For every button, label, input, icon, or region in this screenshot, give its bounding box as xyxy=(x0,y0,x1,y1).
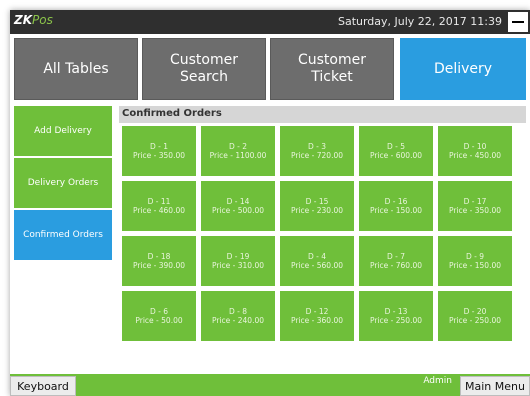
order-price: Price - 450.00 xyxy=(448,151,501,160)
minimize-icon xyxy=(512,21,524,23)
title-bar: ZKPos Saturday, July 22, 2017 11:39 xyxy=(10,10,530,34)
order-card[interactable]: D - 4 Price - 560.00 xyxy=(280,236,354,286)
order-card[interactable]: D - 16 Price - 150.00 xyxy=(359,181,433,231)
footer-bar xyxy=(10,374,530,396)
order-id: D - 19 xyxy=(226,252,250,261)
order-id: D - 20 xyxy=(463,307,487,316)
order-id: D - 7 xyxy=(386,252,406,261)
order-id: D - 1 xyxy=(149,142,169,151)
main-tabs: All Tables Customer Search Customer Tick… xyxy=(10,36,530,102)
order-price: Price - 360.00 xyxy=(290,316,343,325)
order-id: D - 18 xyxy=(147,252,171,261)
order-price: Price - 390.00 xyxy=(132,261,185,270)
order-price: Price - 250.00 xyxy=(448,316,501,325)
order-card[interactable]: D - 15 Price - 230.00 xyxy=(280,181,354,231)
order-price: Price - 350.00 xyxy=(448,206,501,215)
order-price: Price - 1100.00 xyxy=(209,151,267,160)
order-price: Price - 230.00 xyxy=(290,206,343,215)
order-card[interactable]: D - 7 Price - 760.00 xyxy=(359,236,433,286)
sidebar-item-label: Add Delivery xyxy=(34,126,92,136)
order-price: Price - 150.00 xyxy=(369,206,422,215)
order-price: Price - 240.00 xyxy=(211,316,264,325)
sidebar-item-add-delivery[interactable]: Add Delivery xyxy=(14,106,112,156)
zkpos-logo: ZKPos xyxy=(14,13,53,27)
order-card[interactable]: D - 8 Price - 240.00 xyxy=(201,291,275,341)
app-window: ZKPos Saturday, July 22, 2017 11:39 All … xyxy=(10,10,530,396)
datetime-label: Saturday, July 22, 2017 11:39 xyxy=(337,15,502,28)
main-menu-button[interactable]: Main Menu xyxy=(460,376,530,396)
order-price: Price - 560.00 xyxy=(290,261,343,270)
order-price: Price - 350.00 xyxy=(132,151,185,160)
order-card[interactable]: D - 11 Price - 460.00 xyxy=(122,181,196,231)
order-id: D - 9 xyxy=(465,252,485,261)
logo-main-text: ZK xyxy=(14,13,32,27)
sidebar-item-delivery-orders[interactable]: Delivery Orders xyxy=(14,158,112,208)
order-card[interactable]: D - 1 Price - 350.00 xyxy=(122,126,196,176)
order-id: D - 6 xyxy=(149,307,169,316)
order-card[interactable]: D - 3 Price - 720.00 xyxy=(280,126,354,176)
order-id: D - 17 xyxy=(463,197,487,206)
order-card[interactable]: D - 18 Price - 390.00 xyxy=(122,236,196,286)
sidebar-item-confirmed-orders[interactable]: Confirmed Orders xyxy=(14,210,112,260)
order-id: D - 14 xyxy=(226,197,250,206)
order-id: D - 13 xyxy=(384,307,408,316)
order-card[interactable]: D - 17 Price - 350.00 xyxy=(438,181,512,231)
order-card[interactable]: D - 14 Price - 500.00 xyxy=(201,181,275,231)
order-id: D - 15 xyxy=(305,197,329,206)
order-price: Price - 50.00 xyxy=(135,316,183,325)
order-card[interactable]: D - 19 Price - 310.00 xyxy=(201,236,275,286)
order-id: D - 12 xyxy=(305,307,329,316)
sidebar-item-label: Delivery Orders xyxy=(27,178,99,188)
order-id: D - 4 xyxy=(307,252,327,261)
order-price: Price - 150.00 xyxy=(448,261,501,270)
tab-customer-search-label: Customer Search xyxy=(169,52,238,85)
order-id: D - 16 xyxy=(384,197,408,206)
order-card[interactable]: D - 5 Price - 600.00 xyxy=(359,126,433,176)
order-price: Price - 760.00 xyxy=(369,261,422,270)
tab-customer-ticket[interactable]: Customer Ticket xyxy=(270,38,394,100)
tab-delivery-label: Delivery xyxy=(433,60,493,77)
confirmed-orders-title: Confirmed Orders xyxy=(122,108,222,119)
order-card[interactable]: D - 20 Price - 250.00 xyxy=(438,291,512,341)
minimize-button[interactable] xyxy=(508,12,528,32)
order-id: D - 11 xyxy=(147,197,171,206)
order-card[interactable]: D - 6 Price - 50.00 xyxy=(122,291,196,341)
tab-all-tables[interactable]: All Tables xyxy=(14,38,138,100)
order-id: D - 8 xyxy=(228,307,248,316)
order-card[interactable]: D - 2 Price - 1100.00 xyxy=(201,126,275,176)
order-id: D - 2 xyxy=(228,142,248,151)
confirmed-orders-header: Confirmed Orders xyxy=(119,106,526,123)
order-price: Price - 460.00 xyxy=(132,206,185,215)
tab-all-tables-label: All Tables xyxy=(43,60,109,77)
order-id: D - 3 xyxy=(307,142,327,151)
order-id: D - 5 xyxy=(386,142,406,151)
order-price: Price - 250.00 xyxy=(369,316,422,325)
order-id: D - 10 xyxy=(463,142,487,151)
tab-customer-ticket-label: Customer Ticket xyxy=(297,52,366,85)
order-card[interactable]: D - 13 Price - 250.00 xyxy=(359,291,433,341)
order-price: Price - 720.00 xyxy=(290,151,343,160)
sidebar-item-label: Confirmed Orders xyxy=(23,230,103,240)
order-price: Price - 310.00 xyxy=(211,261,264,270)
order-price: Price - 600.00 xyxy=(369,151,422,160)
tab-customer-search[interactable]: Customer Search xyxy=(142,38,266,100)
tab-delivery[interactable]: Delivery xyxy=(400,38,526,100)
orders-grid: D - 1 Price - 350.00 D - 2 Price - 1100.00 D… xyxy=(122,126,528,350)
logo-suffix-text: Pos xyxy=(32,13,53,27)
order-price: Price - 500.00 xyxy=(211,206,264,215)
keyboard-button[interactable]: Keyboard xyxy=(10,376,76,396)
order-card[interactable]: D - 12 Price - 360.00 xyxy=(280,291,354,341)
user-label: Admin xyxy=(423,376,452,386)
order-card[interactable]: D - 10 Price - 450.00 xyxy=(438,126,512,176)
order-card[interactable]: D - 9 Price - 150.00 xyxy=(438,236,512,286)
